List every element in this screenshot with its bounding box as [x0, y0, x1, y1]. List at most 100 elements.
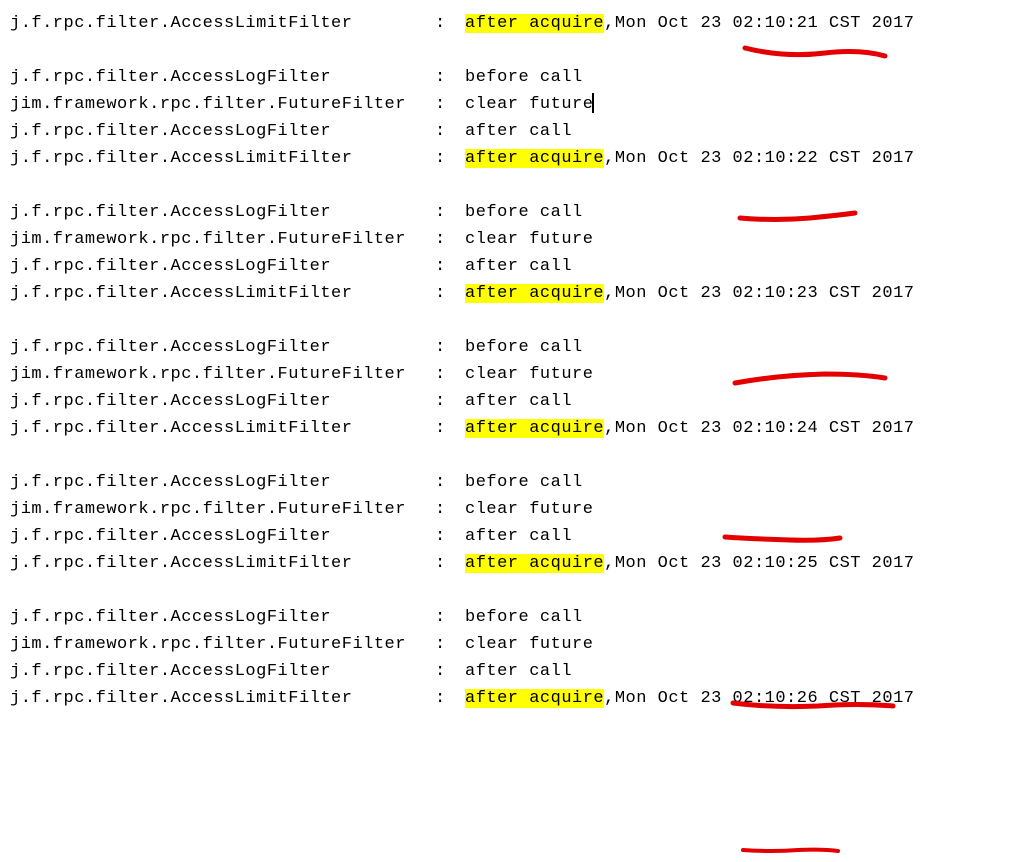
- separator: :: [435, 685, 465, 712]
- separator: :: [435, 145, 465, 172]
- logger-name: j.f.rpc.filter.AccessLimitFilter: [10, 10, 435, 37]
- log-message: after acquire,Mon Oct 23 02:10:25 CST 20…: [465, 550, 915, 577]
- log-message: after call: [465, 118, 572, 145]
- logger-name: j.f.rpc.filter.AccessLimitFilter: [10, 280, 435, 307]
- log-line: j.f.rpc.filter.AccessLimitFilter : after…: [10, 415, 1009, 442]
- highlighted-text: after acquire: [465, 419, 604, 438]
- log-line: j.f.rpc.filter.AccessLimitFilter : after…: [10, 550, 1009, 577]
- log-line: jim.framework.rpc.filter.FutureFilter : …: [10, 226, 1009, 253]
- log-message: after call: [465, 388, 572, 415]
- separator: :: [435, 226, 465, 253]
- log-output: j.f.rpc.filter.AccessLimitFilter : after…: [10, 10, 1009, 712]
- logger-name: j.f.rpc.filter.AccessLogFilter: [10, 64, 435, 91]
- log-message: before call: [465, 334, 583, 361]
- logger-name: j.f.rpc.filter.AccessLogFilter: [10, 523, 435, 550]
- date-suffix: CST 2017: [818, 419, 914, 438]
- log-message: after acquire,Mon Oct 23 02:10:26 CST 20…: [465, 685, 915, 712]
- log-line: j.f.rpc.filter.AccessLimitFilter : after…: [10, 280, 1009, 307]
- log-message: after acquire,Mon Oct 23 02:10:23 CST 20…: [465, 280, 915, 307]
- log-line: jim.framework.rpc.filter.FutureFilter : …: [10, 91, 1009, 118]
- separator: :: [435, 388, 465, 415]
- timestamp: 02:10:23: [733, 284, 819, 303]
- log-line: j.f.rpc.filter.AccessLogFilter : after c…: [10, 118, 1009, 145]
- separator: :: [435, 10, 465, 37]
- separator: :: [435, 64, 465, 91]
- logger-name: j.f.rpc.filter.AccessLogFilter: [10, 469, 435, 496]
- separator: :: [435, 280, 465, 307]
- highlighted-text: after acquire: [465, 149, 604, 168]
- log-line: j.f.rpc.filter.AccessLimitFilter : after…: [10, 145, 1009, 172]
- separator: :: [435, 199, 465, 226]
- log-message: clear future: [465, 91, 594, 118]
- separator: :: [435, 658, 465, 685]
- separator: :: [435, 415, 465, 442]
- separator: :: [435, 334, 465, 361]
- separator: :: [435, 550, 465, 577]
- log-line: j.f.rpc.filter.AccessLogFilter : after c…: [10, 523, 1009, 550]
- date-suffix: CST 2017: [818, 149, 914, 168]
- separator: :: [435, 496, 465, 523]
- date-suffix: CST 2017: [818, 554, 914, 573]
- separator: :: [435, 604, 465, 631]
- date-prefix: Mon Oct 23: [615, 689, 733, 708]
- date-prefix: Mon Oct 23: [615, 14, 733, 33]
- highlighted-text: after acquire: [465, 554, 604, 573]
- logger-name: j.f.rpc.filter.AccessLogFilter: [10, 334, 435, 361]
- logger-name: j.f.rpc.filter.AccessLimitFilter: [10, 685, 435, 712]
- date-prefix: Mon Oct 23: [615, 149, 733, 168]
- highlighted-text: after acquire: [465, 284, 604, 303]
- logger-name: j.f.rpc.filter.AccessLogFilter: [10, 253, 435, 280]
- log-message: after call: [465, 253, 572, 280]
- log-message: clear future: [465, 226, 593, 253]
- log-message: after call: [465, 658, 572, 685]
- logger-name: j.f.rpc.filter.AccessLimitFilter: [10, 415, 435, 442]
- log-line: j.f.rpc.filter.AccessLogFilter : before …: [10, 334, 1009, 361]
- log-line: jim.framework.rpc.filter.FutureFilter : …: [10, 361, 1009, 388]
- logger-name: j.f.rpc.filter.AccessLogFilter: [10, 388, 435, 415]
- log-message: clear future: [465, 631, 593, 658]
- logger-name: j.f.rpc.filter.AccessLogFilter: [10, 604, 435, 631]
- log-message: after acquire,Mon Oct 23 02:10:24 CST 20…: [465, 415, 915, 442]
- log-message: before call: [465, 199, 583, 226]
- log-message: clear future: [465, 496, 593, 523]
- timestamp: 02:10:26: [733, 689, 819, 708]
- log-message: after call: [465, 523, 572, 550]
- date-suffix: CST 2017: [818, 284, 914, 303]
- separator: :: [435, 91, 465, 118]
- separator: :: [435, 118, 465, 145]
- logger-name: jim.framework.rpc.filter.FutureFilter: [10, 226, 435, 253]
- log-message: before call: [465, 604, 583, 631]
- logger-name: j.f.rpc.filter.AccessLogFilter: [10, 118, 435, 145]
- log-line: j.f.rpc.filter.AccessLogFilter : before …: [10, 64, 1009, 91]
- log-line: j.f.rpc.filter.AccessLogFilter : after c…: [10, 658, 1009, 685]
- date-prefix: Mon Oct 23: [615, 419, 733, 438]
- log-line: j.f.rpc.filter.AccessLogFilter : before …: [10, 199, 1009, 226]
- logger-name: j.f.rpc.filter.AccessLimitFilter: [10, 550, 435, 577]
- separator: :: [435, 523, 465, 550]
- log-line: jim.framework.rpc.filter.FutureFilter : …: [10, 631, 1009, 658]
- logger-name: j.f.rpc.filter.AccessLogFilter: [10, 658, 435, 685]
- log-line: j.f.rpc.filter.AccessLogFilter : after c…: [10, 388, 1009, 415]
- log-message: after acquire,Mon Oct 23 02:10:22 CST 20…: [465, 145, 915, 172]
- log-line: j.f.rpc.filter.AccessLogFilter : before …: [10, 469, 1009, 496]
- log-line: j.f.rpc.filter.AccessLogFilter : after c…: [10, 253, 1009, 280]
- date-prefix: Mon Oct 23: [615, 284, 733, 303]
- date-prefix: Mon Oct 23: [615, 554, 733, 573]
- timestamp: 02:10:24: [733, 419, 819, 438]
- date-suffix: CST 2017: [818, 14, 914, 33]
- log-line: jim.framework.rpc.filter.FutureFilter : …: [10, 496, 1009, 523]
- logger-name: jim.framework.rpc.filter.FutureFilter: [10, 496, 435, 523]
- log-message: before call: [465, 64, 583, 91]
- log-line: j.f.rpc.filter.AccessLimitFilter : after…: [10, 10, 1009, 37]
- separator: :: [435, 253, 465, 280]
- log-message: after acquire,Mon Oct 23 02:10:21 CST 20…: [465, 10, 915, 37]
- underline-annotation: [738, 842, 848, 862]
- text-cursor: [592, 93, 594, 113]
- separator: :: [435, 631, 465, 658]
- separator: :: [435, 469, 465, 496]
- separator: :: [435, 361, 465, 388]
- log-line: j.f.rpc.filter.AccessLimitFilter : after…: [10, 685, 1009, 712]
- log-message: clear future: [465, 361, 593, 388]
- timestamp: 02:10:25: [733, 554, 819, 573]
- logger-name: j.f.rpc.filter.AccessLogFilter: [10, 199, 435, 226]
